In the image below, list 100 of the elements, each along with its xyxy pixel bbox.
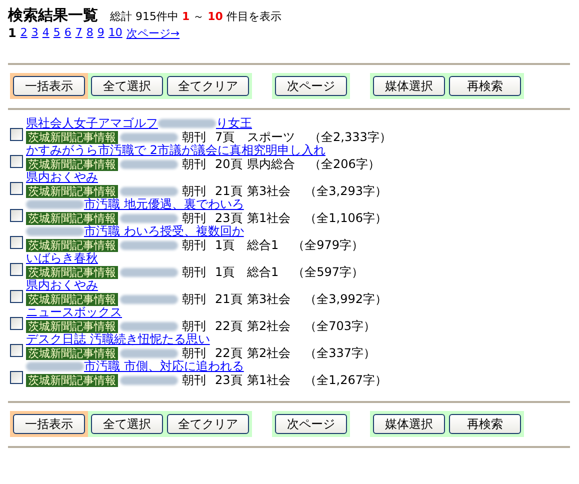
blurred-date [120, 240, 178, 250]
page-link[interactable]: 10 [108, 26, 122, 41]
source-label: 茨城新聞記事情報 [26, 266, 118, 279]
checkbox[interactable] [10, 128, 23, 141]
blurred-text [26, 362, 84, 371]
page-title: 検索結果一覧 [8, 6, 98, 25]
char-count: （全979字） [292, 237, 364, 254]
checkbox[interactable] [10, 182, 23, 195]
page-link[interactable]: 4 [42, 26, 50, 41]
checkbox[interactable] [10, 317, 23, 330]
source-label: 茨城新聞記事情報 [26, 185, 118, 198]
article-title-link[interactable]: デスク日誌 汚職続き忸怩たる思い [26, 331, 210, 348]
page-number: 1頁 [215, 264, 236, 281]
char-count: （全703字） [304, 318, 376, 335]
toolbar-button[interactable]: 次ページ [275, 414, 347, 434]
blurred-date [120, 214, 178, 222]
edition-text: 朝刊 [182, 183, 206, 198]
checkbox[interactable] [10, 263, 23, 276]
edition-text: 朝刊 [182, 372, 206, 389]
char-count: （全2,333字） [309, 129, 392, 144]
section-name: 第2社会 [247, 345, 291, 362]
checkbox[interactable] [10, 209, 23, 222]
source-label: 茨城新聞記事情報 [26, 293, 118, 306]
char-count: （全1,106字） [304, 210, 387, 227]
source-label: 茨城新聞記事情報 [26, 212, 118, 225]
page-link[interactable]: 5 [53, 26, 60, 41]
article-title-link[interactable]: 市汚職 市側、対応に追われる [84, 358, 244, 375]
source-label: 茨城新聞記事情報 [26, 320, 118, 333]
article-title-link[interactable]: 市汚職 わいろ授受、複数回か [84, 223, 244, 240]
toolbar-button[interactable]: 媒体選択 [373, 414, 445, 434]
article-title-link[interactable]: かすみがうら市汚職で 2市議が議会に真相究明申し入れ [26, 142, 326, 159]
source-label: 茨城新聞記事情報 [26, 158, 118, 171]
section-name: スポーツ [247, 129, 295, 144]
page-link[interactable]: 3 [31, 26, 38, 41]
toolbar-button[interactable]: 再検索 [449, 414, 521, 434]
source-label: 茨城新聞記事情報 [26, 131, 118, 144]
char-count: （全206字） [309, 156, 380, 173]
char-count: （全337字） [304, 345, 376, 362]
page-link[interactable]: 2 [20, 26, 28, 41]
edition-text: 朝刊 [182, 318, 206, 334]
char-count: （全3,992字） [304, 291, 387, 308]
article-title-link[interactable]: いばらき春秋 [26, 250, 98, 267]
article-title-link[interactable]: り女王 [216, 115, 252, 132]
checkbox[interactable] [10, 236, 23, 249]
article-title-link[interactable]: 県内おくやみ [26, 169, 98, 186]
section-name: 第2社会 [247, 318, 291, 335]
edition-text: 朝刊 [182, 237, 206, 254]
article-title-link[interactable]: 市汚職 地元優遇、裏でわいろ [84, 196, 244, 213]
page-number: 22頁 [215, 345, 244, 361]
article-title-link[interactable]: 県内おくやみ [26, 277, 98, 294]
current-page: 1 [8, 26, 16, 41]
edition-text: 朝刊 [182, 129, 206, 144]
blurred-date [120, 132, 178, 142]
edition-text: 朝刊 [182, 345, 206, 360]
page-number: 20頁 [215, 156, 244, 173]
source-label: 茨城新聞記事情報 [26, 239, 118, 252]
article-title-link[interactable]: ニュースボックス [26, 304, 122, 321]
section-name: 総合1 [247, 264, 279, 281]
checkbox[interactable] [10, 344, 23, 357]
article-title-link[interactable]: 県社会人女子アマゴルフ [26, 115, 158, 132]
section-name: 第1社会 [247, 210, 291, 227]
page-number: 23頁 [215, 372, 244, 389]
blurred-text [26, 200, 84, 209]
page-link[interactable]: 8 [86, 26, 94, 41]
toolbar-button[interactable]: 次ページ [275, 76, 347, 96]
blurred-date [120, 294, 178, 304]
blurred-date [120, 160, 178, 168]
page-number: 7頁 [215, 129, 236, 144]
page-link[interactable]: 6 [64, 26, 72, 41]
next-page-link[interactable]: 次ページ→ [126, 26, 180, 41]
checkbox[interactable] [10, 155, 23, 168]
section-name: 第3社会 [247, 291, 291, 308]
toolbar-button[interactable]: 再検索 [449, 76, 521, 96]
char-count: （全1,267字） [304, 372, 387, 389]
edition-text: 朝刊 [182, 291, 206, 308]
char-count: （全597字） [292, 264, 364, 281]
toolbar-button[interactable]: 全て選択 [91, 414, 163, 434]
blurred-text [26, 227, 84, 236]
section-name: 第1社会 [247, 372, 291, 389]
edition-text: 朝刊 [182, 264, 206, 281]
toolbar-button[interactable]: 全てクリア [167, 76, 249, 96]
blurred-date [120, 268, 178, 276]
toolbar-button[interactable]: 一括表示 [13, 76, 85, 96]
result-summary: 総計 915件中 1 ～ 10 件目を表示 [110, 9, 282, 24]
page-number: 23頁 [215, 210, 244, 226]
char-count: （全3,293字） [304, 183, 387, 200]
page-link[interactable]: 7 [75, 26, 82, 41]
toolbar-button[interactable]: 媒体選択 [373, 76, 445, 96]
blurred-date [120, 376, 178, 384]
toolbar-button[interactable]: 全てクリア [167, 414, 249, 434]
toolbar-button[interactable]: 一括表示 [13, 414, 85, 434]
toolbar-button[interactable]: 全て選択 [91, 76, 163, 96]
section-name: 第3社会 [247, 183, 291, 200]
checkbox[interactable] [10, 290, 23, 303]
page-link[interactable]: 9 [97, 26, 104, 41]
page-number: 21頁 [215, 183, 244, 199]
section-name: 県内総合 [247, 156, 295, 173]
page-number: 22頁 [215, 318, 244, 335]
checkbox[interactable] [10, 371, 23, 384]
blurred-date [120, 322, 178, 330]
